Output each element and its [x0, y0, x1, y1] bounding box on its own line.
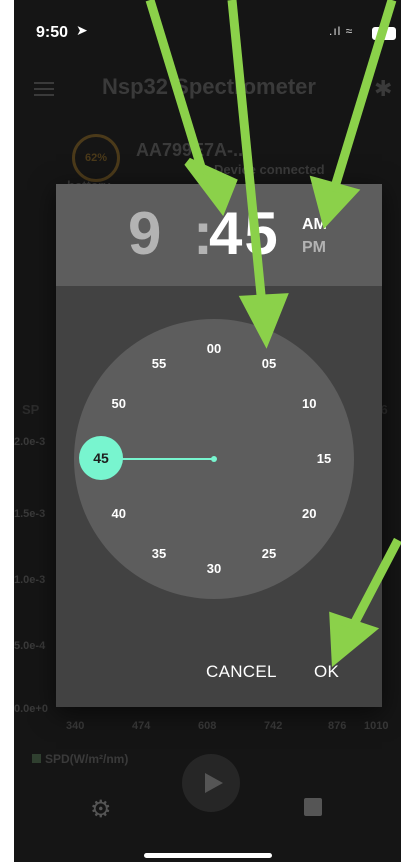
minute-label[interactable]: 10	[294, 394, 324, 414]
x-tick: 742	[264, 720, 283, 732]
y-tick: 0.0e+0	[14, 703, 48, 715]
selected-minute[interactable]: 45	[79, 436, 123, 480]
minute-label[interactable]: 25	[254, 544, 284, 564]
x-tick: 876	[328, 720, 347, 732]
minute-label[interactable]: 55	[144, 354, 174, 374]
location-arrow-icon: ➤	[76, 22, 88, 38]
home-indicator	[144, 853, 272, 858]
cancel-button[interactable]: CANCEL	[206, 662, 277, 682]
minute-label[interactable]: 05	[254, 354, 284, 374]
time-picker-dialog: 9 : 45 AM PM 45 00 05 10 15 20 25 30 35 40 50 55 C…	[56, 184, 382, 707]
y-tick: 5.0e-4	[14, 640, 46, 652]
phone-screen: 9:50 ➤ .ıl ≈ Nsp32 Spectrometer ✱ 62% ba…	[14, 0, 401, 862]
minute-label[interactable]: 35	[144, 544, 174, 564]
y-tick: 1.5e-3	[14, 508, 46, 520]
y-tick: 1.0e-3	[14, 574, 46, 586]
app-bar: Nsp32 Spectrometer ✱	[14, 62, 401, 114]
gear-icon[interactable]: ⚙	[90, 795, 112, 824]
minute-label[interactable]: 15	[309, 449, 339, 469]
x-tick: 340	[66, 720, 85, 732]
ok-button[interactable]: OK	[314, 662, 339, 682]
spd-tab[interactable]: SP	[22, 402, 39, 417]
hour-display[interactable]: 9	[128, 202, 161, 266]
minute-display[interactable]: 45	[209, 202, 280, 266]
save-icon[interactable]	[304, 798, 322, 816]
clock-hand-pivot	[211, 456, 217, 462]
minute-label[interactable]: 30	[199, 559, 229, 579]
bluetooth-icon[interactable]: ✱	[374, 76, 392, 102]
minute-label[interactable]: 40	[104, 504, 134, 524]
x-tick: 1010	[364, 720, 389, 732]
clock-hand	[120, 458, 214, 460]
menu-icon[interactable]	[34, 82, 54, 100]
pm-toggle[interactable]: PM	[302, 239, 326, 257]
minute-label[interactable]: 00	[199, 339, 229, 359]
app-title: Nsp32 Spectrometer	[102, 74, 316, 99]
legend-label: SPD(W/m²/nm)	[45, 752, 129, 766]
minute-clock-face[interactable]: 45 00 05 10 15 20 25 30 35 40 50 55	[74, 319, 354, 599]
legend-swatch	[32, 754, 41, 763]
battery-gauge: 62%	[72, 134, 120, 182]
battery-icon	[372, 27, 396, 40]
x-tick: 474	[132, 720, 151, 732]
signal-wifi-icon: .ıl ≈	[329, 24, 354, 38]
minute-label[interactable]: 20	[294, 504, 324, 524]
status-time: 9:50	[36, 24, 69, 41]
y-tick: 2.0e-3	[14, 436, 46, 448]
device-status: Device connected	[214, 162, 325, 177]
x-tick: 608	[198, 720, 217, 732]
minute-label[interactable]: 50	[104, 394, 134, 414]
status-bar: 9:50 ➤ .ıl ≈	[14, 0, 401, 56]
am-toggle[interactable]: AM	[302, 216, 327, 234]
device-id: AA799E7A-...	[136, 140, 249, 160]
play-button[interactable]	[182, 754, 240, 812]
time-picker-header: 9 : 45 AM PM	[56, 184, 382, 286]
chart-legend: SPD(W/m²/nm)	[32, 752, 128, 766]
